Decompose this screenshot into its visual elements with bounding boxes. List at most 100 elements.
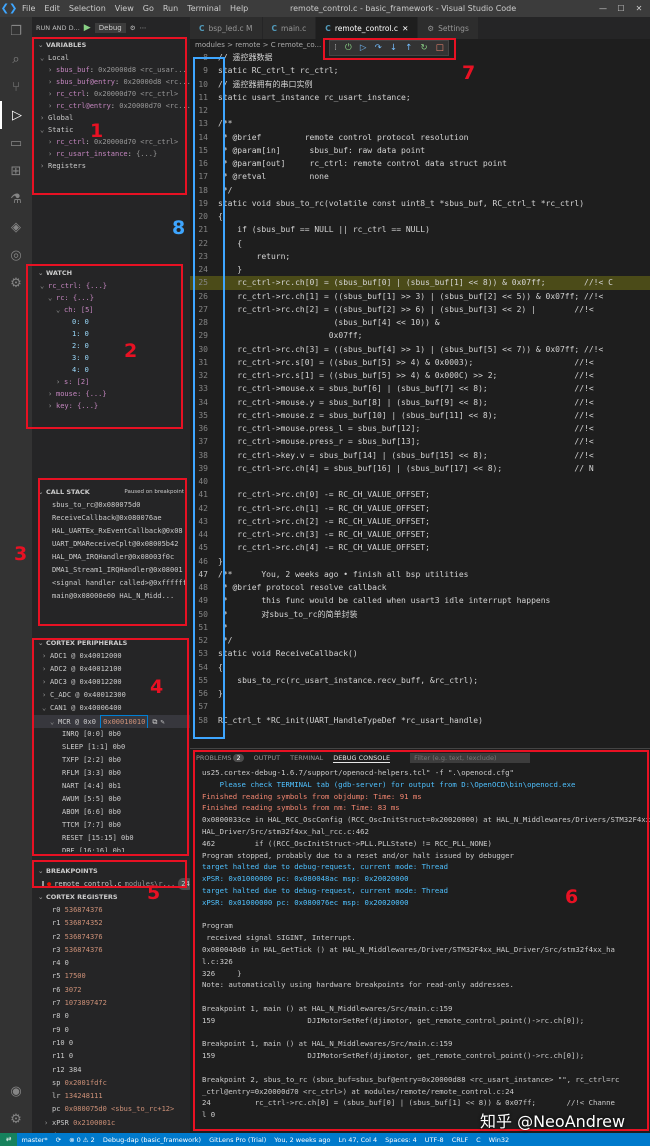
code-line[interactable]: 15 * @param[in] sbus_buf: raw data point	[190, 144, 650, 157]
menu-view[interactable]: View	[115, 4, 134, 13]
local-scope[interactable]: ⌄ Local	[32, 52, 190, 64]
peripheral-item[interactable]: › ADC2 @ 0x40012100	[32, 663, 190, 676]
register-row[interactable]: r3 536874376	[32, 944, 190, 957]
line-number[interactable]: 37	[190, 435, 218, 448]
sync-icon[interactable]: ⟳	[52, 1136, 65, 1144]
variable-row[interactable]: › rc_usart_instance: {...}	[32, 148, 190, 160]
tab-settings[interactable]: ⚙ Settings	[418, 17, 479, 39]
code-line[interactable]: 54{	[190, 661, 650, 674]
watch-item[interactable]: 1: 0	[32, 328, 190, 340]
call-stack-header[interactable]: ⌄ CALL STACK Paused on breakpoint	[32, 486, 190, 499]
line-number[interactable]: 49	[190, 594, 218, 607]
cursor-position[interactable]: Ln 47, Col 4	[334, 1136, 381, 1144]
line-number[interactable]: 18	[190, 184, 218, 197]
watch-item[interactable]: › key: {...}	[32, 400, 190, 412]
menu-selection[interactable]: Selection	[69, 4, 106, 13]
code-line[interactable]: 21 if (sbus_buf == NULL || rc_ctrl == NU…	[190, 223, 650, 236]
stack-frame[interactable]: ReceiveCallback@0x080076ae	[32, 512, 190, 525]
line-number[interactable]: 57	[190, 700, 218, 713]
register-row[interactable]: lr 134248111	[32, 1090, 190, 1103]
register-field[interactable]: INRQ [0:0] 0b0	[32, 728, 190, 741]
variables-header[interactable]: ⌄ VARIABLES	[32, 39, 190, 52]
minimize-icon[interactable]: —	[596, 4, 610, 13]
code-line[interactable]: 14 * @brief remote control protocol reso…	[190, 131, 650, 144]
stop-icon[interactable]: □	[436, 43, 444, 53]
debug-config-select[interactable]: Debug	[94, 23, 126, 33]
line-number[interactable]: 14	[190, 131, 218, 144]
line-number[interactable]: 11	[190, 91, 218, 104]
code-line[interactable]: 42 rc_ctrl->rc.ch[1] -= RC_CH_VALUE_OFFS…	[190, 502, 650, 515]
register-row[interactable]: r1 536874352	[32, 917, 190, 930]
line-number[interactable]: 39	[190, 462, 218, 475]
code-line[interactable]: 51 *	[190, 621, 650, 634]
code-line[interactable]: 47/** You, 2 weeks ago • finish all bsp …	[190, 568, 650, 581]
static-scope[interactable]: ⌄ Static	[32, 124, 190, 136]
gitlens-status[interactable]: GitLens Pro (Trial)	[205, 1136, 270, 1144]
line-number[interactable]: 55	[190, 674, 218, 687]
line-number[interactable]: 10	[190, 78, 218, 91]
code-line[interactable]: 49 * this func would be called when usar…	[190, 594, 650, 607]
register-row[interactable]: r10 0	[32, 1037, 190, 1050]
line-ending[interactable]: CRLF	[448, 1136, 472, 1144]
line-number[interactable]: 46	[190, 555, 218, 568]
code-line[interactable]: 11 static usart_instance rc_usart_instanc…	[190, 91, 650, 104]
code-line[interactable]: 27 rc_ctrl->rc.ch[2] = ((sbus_buf[2] >> …	[190, 303, 650, 316]
register-row[interactable]: r5 17500	[32, 970, 190, 983]
line-number[interactable]: 31	[190, 356, 218, 369]
watch-item[interactable]: 0: 0	[32, 316, 190, 328]
code-line[interactable]: 13/**	[190, 117, 650, 130]
code-line[interactable]: 40	[190, 475, 650, 488]
stack-frame[interactable]: <signal handler called>@0xffffff	[32, 577, 190, 590]
line-number[interactable]: 40	[190, 475, 218, 488]
line-number[interactable]: 56	[190, 687, 218, 700]
watch-item[interactable]: ⌄ rc: {...}	[32, 292, 190, 304]
stack-frame[interactable]: UART_DMAReceiveCplt@0x08005b42	[32, 538, 190, 551]
register-field[interactable]: ABOM [6:6] 0b0	[32, 806, 190, 819]
line-number[interactable]: 42	[190, 502, 218, 515]
gitlens-icon[interactable]: ◎	[0, 241, 32, 269]
line-number[interactable]: 26	[190, 290, 218, 303]
encoding[interactable]: UTF-8	[421, 1136, 448, 1144]
close-icon[interactable]: ✕	[632, 4, 646, 13]
line-number[interactable]: 20	[190, 210, 218, 223]
code-line[interactable]: 53 static void ReceiveCallback()	[190, 647, 650, 660]
register-row[interactable]: pc 0x080075d0 <sbus_to_rc+12>	[32, 1103, 190, 1116]
watch-header[interactable]: ⌄ WATCH	[32, 267, 190, 280]
code-line[interactable]: 32 rc_ctrl->rc.s[1] = ((sbus_buf[5] >> 4…	[190, 369, 650, 382]
line-number[interactable]: 45	[190, 541, 218, 554]
line-number[interactable]: 24	[190, 263, 218, 276]
manage-gear-icon[interactable]: ⚙	[0, 1105, 32, 1133]
register-row[interactable]: sp 0x2001fdfc	[32, 1077, 190, 1090]
line-number[interactable]: 17	[190, 170, 218, 183]
code-line[interactable]: 45 rc_ctrl->rc.ch[4] -= RC_CH_VALUE_OFFS…	[190, 541, 650, 554]
code-line[interactable]: 17 * @retval none	[190, 170, 650, 183]
more-actions-icon[interactable]: ⋯	[140, 24, 147, 32]
language-mode[interactable]: C	[472, 1136, 485, 1144]
global-scope[interactable]: › Global	[32, 112, 190, 124]
restart-icon[interactable]: ↻	[420, 43, 427, 53]
peripheral-item[interactable]: › C_ADC @ 0x40012300	[32, 689, 190, 702]
platform[interactable]: Win32	[485, 1136, 513, 1144]
code-line[interactable]: 10// 遥控器拥有的串口实例	[190, 78, 650, 91]
register-field[interactable]: TTCM [7:7] 0b0	[32, 819, 190, 832]
line-number[interactable]: 9	[190, 64, 218, 77]
line-number[interactable]: 19	[190, 197, 218, 210]
filter-input[interactable]: Filter (e.g. text, !exclude)	[410, 753, 531, 763]
menu-help[interactable]: Help	[230, 4, 248, 13]
code-line[interactable]: 9 static RC_ctrl_t rc_ctrl;	[190, 64, 650, 77]
register-row[interactable]: r8 0	[32, 1010, 190, 1023]
register-row[interactable]: r9 0	[32, 1024, 190, 1037]
extensions-icon[interactable]: ⊞	[0, 157, 32, 185]
line-number[interactable]: 13	[190, 117, 218, 130]
register-row[interactable]: r0 536874376	[32, 904, 190, 917]
line-number[interactable]: 50	[190, 608, 218, 621]
tab-debug-console[interactable]: DEBUG CONSOLE	[333, 754, 391, 763]
start-debug-icon[interactable]: ▶	[84, 23, 91, 33]
line-number[interactable]: 16	[190, 157, 218, 170]
line-number[interactable]: 30	[190, 343, 218, 356]
code-line[interactable]: 55 sbus_to_rc(rc_usart_instance.recv_buf…	[190, 674, 650, 687]
problems-indicator[interactable]: ⊗ 0 ⚠ 2	[65, 1136, 99, 1144]
line-number[interactable]: 47	[190, 568, 218, 581]
maximize-icon[interactable]: ☐	[614, 4, 628, 13]
register-field[interactable]: RFLM [3:3] 0b0	[32, 767, 190, 780]
